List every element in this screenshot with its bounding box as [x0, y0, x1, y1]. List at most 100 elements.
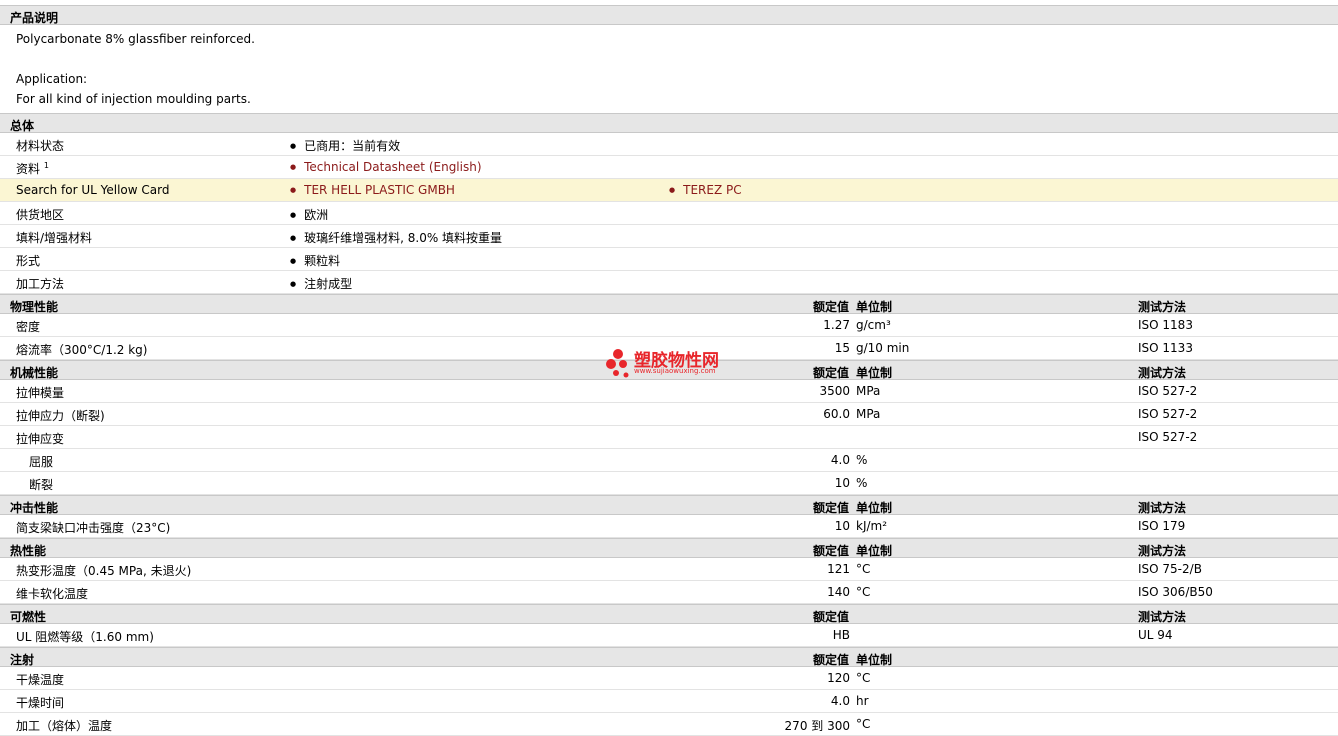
general-row-ul-yellow-card: Search for UL Yellow Card TER HELL PLAST… — [0, 179, 1338, 202]
column-header-unit: 单位制 — [856, 544, 893, 558]
row-label: 资料 1 — [16, 161, 49, 176]
row-value: 15 — [834, 341, 850, 355]
row-unit: kJ/m² — [856, 519, 888, 533]
row-test-method: ISO 179 — [1138, 519, 1186, 533]
row-label: 熔流率（300°C/1.2 kg) — [16, 343, 148, 357]
property-row: UL 阻燃等级（1.60 mm) HB UL 94 — [0, 624, 1338, 647]
general-row-filler: 填料/增强材料 玻璃纤维增强材料, 8.0% 填料按重量 — [0, 225, 1338, 248]
row-value: 10 — [834, 519, 850, 533]
column-header-nominal: 额定值 — [812, 366, 849, 380]
row-unit: g/10 min — [856, 341, 910, 355]
column-header-unit: 单位制 — [856, 300, 893, 314]
watermark-url: www.sujiaowuxing.com — [634, 367, 716, 375]
property-row: 拉伸应变 ISO 527-2 — [0, 426, 1338, 449]
product-link[interactable]: TEREZ PC — [669, 183, 741, 197]
row-label: 供货地区 — [16, 208, 65, 222]
column-header-test: 测试方法 — [1138, 501, 1187, 515]
row-test-method: ISO 75-2/B — [1138, 562, 1202, 576]
section-thermal: 热性能 额定值 单位制 测试方法 — [0, 538, 1338, 558]
section-general: 总体 — [0, 113, 1338, 133]
property-row: 密度 1.27 g/cm³ ISO 1183 — [0, 314, 1338, 337]
description-line: For all kind of injection moulding parts… — [16, 92, 251, 106]
row-value: 3500 — [819, 384, 850, 398]
row-label: 拉伸应变 — [16, 432, 65, 446]
section-title: 冲击性能 — [10, 501, 59, 515]
row-unit: °C — [856, 585, 871, 599]
row-label: 加工方法 — [16, 277, 65, 291]
row-test-method: ISO 1183 — [1138, 318, 1193, 332]
property-row: 热变形温度（0.45 MPa, 未退火) 121 °C ISO 75-2/B — [0, 558, 1338, 581]
section-impact: 冲击性能 额定值 单位制 测试方法 — [0, 495, 1338, 515]
row-value: 10 — [834, 476, 850, 490]
section-physical: 物理性能 额定值 单位制 测试方法 — [0, 294, 1338, 314]
row-label: 断裂 — [29, 478, 54, 492]
description-line: Polycarbonate 8% glassfiber reinforced. — [16, 32, 255, 46]
column-header-test: 测试方法 — [1138, 366, 1187, 380]
property-subrow: 断裂 10 % — [0, 472, 1338, 495]
row-label: 拉伸模量 — [16, 386, 65, 400]
row-value: 4.0 — [830, 453, 850, 467]
row-unit: °C — [856, 717, 871, 731]
column-header-test: 测试方法 — [1138, 544, 1187, 558]
section-title: 注射 — [10, 653, 35, 667]
manufacturer-link[interactable]: TER HELL PLASTIC GMBH — [290, 183, 455, 197]
general-row-status: 材料状态 已商用：当前有效 — [0, 133, 1338, 156]
row-label: Search for UL Yellow Card — [16, 183, 170, 197]
property-row: 维卡软化温度 140 °C ISO 306/B50 — [0, 581, 1338, 604]
datasheet: 产品说明 Polycarbonate 8% glassfiber reinfor… — [0, 0, 1338, 736]
row-label: 拉伸应力（断裂) — [16, 409, 105, 423]
product-description: Polycarbonate 8% glassfiber reinforced. … — [0, 25, 1338, 113]
section-title: 热性能 — [10, 544, 47, 558]
section-injection: 注射 额定值 单位制 — [0, 647, 1338, 667]
property-row: 简支梁缺口冲击强度（23°C) 10 kJ/m² ISO 179 — [0, 515, 1338, 538]
row-unit: MPa — [856, 384, 881, 398]
row-unit: °C — [856, 671, 871, 685]
description-line: Application: — [16, 72, 88, 86]
row-value: HB — [832, 628, 850, 642]
row-test-method: ISO 527-2 — [1138, 407, 1198, 421]
row-label: 维卡软化温度 — [16, 587, 89, 601]
row-value: 270 到 300 — [784, 719, 850, 733]
column-header-test: 测试方法 — [1138, 610, 1187, 624]
row-label: 密度 — [16, 320, 41, 334]
section-title: 总体 — [10, 119, 35, 133]
row-value: 1.27 — [823, 318, 850, 332]
section-title: 产品说明 — [10, 11, 59, 25]
datasheet-link[interactable]: Technical Datasheet (English) — [290, 160, 481, 174]
row-value: 4.0 — [830, 694, 850, 708]
row-test-method: ISO 527-2 — [1138, 430, 1198, 444]
row-label: 干燥时间 — [16, 696, 65, 710]
row-unit: °C — [856, 562, 871, 576]
row-test-method: UL 94 — [1138, 628, 1173, 642]
row-test-method: ISO 306/B50 — [1138, 585, 1213, 599]
footnote-mark: 1 — [43, 161, 49, 170]
column-header-nominal: 额定值 — [812, 544, 849, 558]
general-row-datasheet: 资料 1 Technical Datasheet (English) — [0, 156, 1338, 179]
row-test-method: ISO 527-2 — [1138, 384, 1198, 398]
column-header-nominal: 额定值 — [812, 300, 849, 314]
row-unit: g/cm³ — [856, 318, 891, 332]
section-title: 机械性能 — [10, 366, 59, 380]
row-value: 颗粒料 — [290, 252, 340, 269]
column-header-test: 测试方法 — [1138, 300, 1187, 314]
row-value: 121 — [827, 562, 850, 576]
row-unit: % — [856, 476, 868, 490]
general-row-processing: 加工方法 注射成型 — [0, 271, 1338, 294]
section-product-description: 产品说明 — [0, 5, 1338, 25]
row-value: 60.0 — [823, 407, 850, 421]
section-title: 可燃性 — [10, 610, 47, 624]
column-header-unit: 单位制 — [856, 366, 893, 380]
column-header-unit: 单位制 — [856, 501, 893, 515]
section-flammability: 可燃性 额定值 测试方法 — [0, 604, 1338, 624]
row-label: 材料状态 — [16, 139, 65, 153]
row-label: 形式 — [16, 254, 41, 268]
row-label: 热变形温度（0.45 MPa, 未退火) — [16, 564, 192, 578]
property-row: 加工（熔体）温度 270 到 300 °C — [0, 713, 1338, 736]
column-header-nominal: 额定值 — [812, 653, 849, 667]
watermark-logo-icon — [606, 349, 629, 378]
property-row: 拉伸应力（断裂) 60.0 MPa ISO 527-2 — [0, 403, 1338, 426]
column-header-nominal: 额定值 — [812, 610, 849, 624]
general-row-region: 供货地区 欧洲 — [0, 202, 1338, 225]
row-test-method: ISO 1133 — [1138, 341, 1193, 355]
section-title: 物理性能 — [10, 300, 59, 314]
